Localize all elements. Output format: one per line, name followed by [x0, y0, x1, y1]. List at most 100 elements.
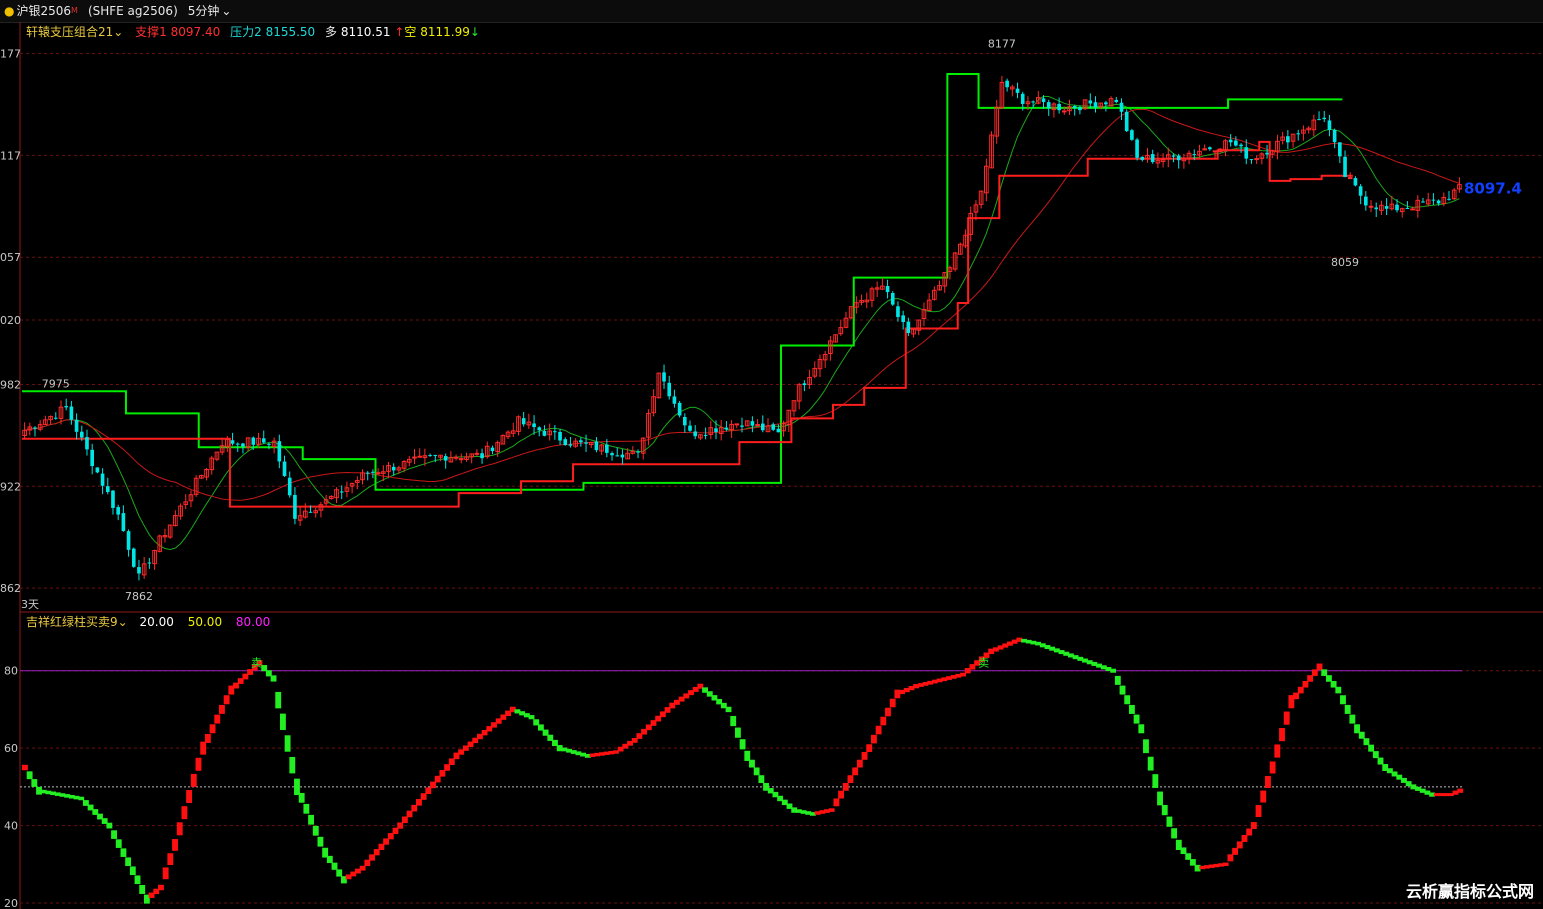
- candle-body-up: [474, 452, 480, 455]
- candle-body-up: [734, 423, 740, 426]
- osc-bar-down: [1189, 859, 1196, 866]
- candle-body-down: [105, 486, 110, 493]
- main-grid: [20, 53, 1543, 589]
- osc-bar-up: [1264, 776, 1271, 789]
- candle-body-up: [755, 423, 760, 426]
- candle-body-down: [636, 451, 640, 453]
- candle-body-down: [433, 454, 438, 456]
- osc-bar-up: [359, 865, 366, 871]
- osc-bar-up: [1279, 727, 1285, 742]
- osc-bar-up: [875, 725, 882, 735]
- candle-body-down: [1124, 111, 1129, 132]
- osc-bar-down: [744, 750, 751, 761]
- osc-bar-up: [880, 716, 887, 726]
- osc-bar-up: [1227, 854, 1234, 862]
- candle-body-down: [740, 425, 744, 427]
- osc-bar-up: [162, 867, 169, 880]
- candle-body-down: [771, 424, 776, 430]
- osc-bar-down: [1166, 816, 1173, 827]
- main-legend[interactable]: 轩辕支压组合21⌄ 支撑1 8097.40 压力2 8155.50 多 8110…: [26, 24, 480, 39]
- osc-bar-down: [312, 825, 319, 836]
- late-low-label: 8059: [1331, 256, 1359, 269]
- candle-body-down: [95, 467, 100, 473]
- candle-body-down: [1327, 120, 1332, 130]
- candle-body-down: [620, 454, 625, 458]
- candle-body-down: [100, 473, 105, 486]
- sell-signal-label: 卖: [251, 657, 262, 670]
- candle-body-down: [802, 383, 807, 386]
- chart-svg[interactable]: 177117057020982922862 80604020 轩辕支压组合21⌄…: [0, 0, 1543, 909]
- candle-body-down: [1192, 154, 1197, 156]
- sub-y-axis: 80 60 40 20: [4, 665, 18, 909]
- osc-bar-down: [1133, 714, 1140, 724]
- main-y-axis: 177 117 057 020 982 922 862: [0, 48, 21, 596]
- osc-bar-down: [1147, 756, 1154, 771]
- osc-bar-up: [200, 741, 207, 755]
- osc-bar-up: [209, 724, 216, 734]
- candle-body-down: [131, 548, 136, 567]
- sub-y-tick: 60: [4, 742, 18, 755]
- sub-indicator-chevron-icon: ⌄: [118, 615, 128, 629]
- candle-body-down: [682, 416, 687, 426]
- candle-body-down: [1447, 198, 1451, 200]
- candle-body-down: [1208, 147, 1212, 150]
- candle-body-down: [1239, 144, 1243, 147]
- support-value: 8097.40: [171, 25, 221, 39]
- candle-body-down: [667, 382, 672, 397]
- candle-body-down: [121, 513, 126, 531]
- sub-grid: [20, 670, 1543, 904]
- osc-bar-down: [1110, 668, 1117, 673]
- first-high-label: 7975: [42, 377, 70, 390]
- osc-bar-down: [303, 803, 310, 814]
- osc-bar-down: [336, 869, 343, 877]
- osc-bar-down: [725, 706, 732, 713]
- candle-body-down: [1228, 139, 1233, 143]
- osc-bar-up: [430, 781, 436, 789]
- candle-body-up: [1061, 110, 1067, 113]
- candle-body-down: [235, 443, 240, 445]
- candle-body-down: [1395, 204, 1399, 211]
- candle-body-up: [1254, 158, 1259, 161]
- main-y-tick: 177: [0, 48, 21, 61]
- candle-body-down: [261, 438, 266, 443]
- sub-legend[interactable]: 吉祥红绿柱买卖9⌄ 20.00 50.00 80.00: [26, 614, 270, 629]
- main-y-tick: 117: [0, 149, 21, 162]
- osc-bar-down: [1349, 714, 1356, 724]
- osc-bar-up: [1293, 692, 1300, 700]
- osc-bar-up: [434, 775, 441, 783]
- osc-bar-down: [31, 779, 38, 787]
- candle-body-up: [1347, 177, 1353, 180]
- candle-body-down: [365, 472, 370, 474]
- candle-body-down: [1078, 107, 1082, 111]
- candle-body-down: [111, 490, 115, 508]
- main-y-tick: 982: [0, 378, 21, 391]
- candle-body-down: [1244, 147, 1249, 159]
- osc-bar-up: [186, 790, 193, 804]
- osc-bar-up: [195, 757, 202, 771]
- osc-bar-down: [284, 735, 291, 752]
- osc-bar-up: [223, 695, 230, 705]
- osc-bar-up: [1297, 686, 1304, 694]
- candle-body-down: [672, 396, 677, 404]
- candle-body-down: [1265, 152, 1269, 155]
- candle-body-down: [594, 441, 599, 451]
- osc-bar-down: [528, 715, 535, 720]
- candle-body-down: [1374, 207, 1379, 210]
- osc-bar-down: [1138, 724, 1145, 734]
- osc-bar-down: [1185, 853, 1192, 860]
- osc-bar-down: [1321, 669, 1328, 676]
- candle-body-down: [85, 437, 89, 450]
- osc-bar-down: [129, 866, 136, 876]
- osc-bar-down: [734, 727, 741, 738]
- candle-body-up: [412, 456, 417, 459]
- candle-body-down: [1405, 208, 1410, 210]
- long-label: 多: [325, 25, 337, 39]
- candle-body-down: [1020, 93, 1025, 104]
- osc-bar-down: [1152, 774, 1159, 788]
- osc-bar-up: [847, 775, 854, 784]
- osc-bar-up: [406, 810, 413, 818]
- candle-body-down: [724, 427, 729, 430]
- level-mid: 50.00: [188, 615, 222, 629]
- osc-bar-down: [106, 822, 113, 829]
- candle-body-down: [1104, 102, 1108, 105]
